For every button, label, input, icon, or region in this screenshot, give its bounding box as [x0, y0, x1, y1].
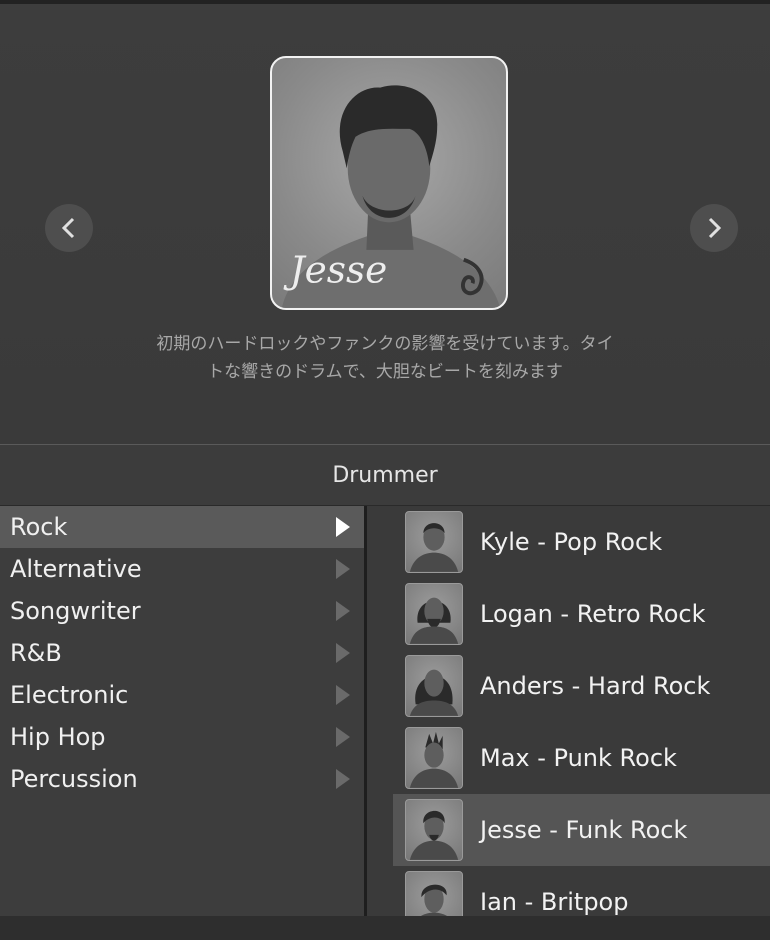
drummer-avatar: [405, 655, 463, 717]
drummer-avatar: [405, 511, 463, 573]
chevron-right-icon: [708, 217, 722, 239]
drummer-signature: Jesse: [283, 247, 388, 291]
drummer-avatar: [405, 871, 463, 916]
drummer-avatar: [405, 799, 463, 861]
drummer-item-max[interactable]: Max - Punk Rock: [367, 722, 770, 794]
triangle-right-icon: [336, 559, 350, 579]
triangle-right-icon: [336, 727, 350, 747]
triangle-right-icon: [336, 601, 350, 621]
drummer-item-anders[interactable]: Anders - Hard Rock: [367, 650, 770, 722]
drummer-name: Jesse - Funk Rock: [480, 816, 688, 844]
drummer-item-logan[interactable]: Logan - Retro Rock: [367, 578, 770, 650]
drummer-item-jesse[interactable]: Jesse - Funk Rock: [393, 794, 770, 866]
drummer-hero: Jesse 初期のハードロックやファンクの影響を受けています。タイ トな響きのド…: [0, 0, 770, 444]
genre-label: Percussion: [10, 765, 138, 793]
drummer-name: Max - Punk Rock: [480, 744, 677, 772]
drummer-list: Kyle - Pop Rock Logan - Retro Rock Ander…: [367, 506, 770, 916]
drummer-item-kyle[interactable]: Kyle - Pop Rock: [367, 506, 770, 578]
genre-item-percussion[interactable]: Percussion: [0, 758, 364, 800]
genre-label: Songwriter: [10, 597, 141, 625]
genre-label: Electronic: [10, 681, 129, 709]
genre-item-alternative[interactable]: Alternative: [0, 548, 364, 590]
drummer-name: Anders - Hard Rock: [480, 672, 711, 700]
genre-item-hip-hop[interactable]: Hip Hop: [0, 716, 364, 758]
genre-item-songwriter[interactable]: Songwriter: [0, 590, 364, 632]
description-line-2: トな響きのドラムで、大胆なビートを刻みます: [207, 362, 563, 382]
triangle-right-icon: [336, 643, 350, 663]
triangle-right-icon: [336, 517, 350, 537]
genre-item-electronic[interactable]: Electronic: [0, 674, 364, 716]
drummer-description: 初期のハードロックやファンクの影響を受けています。タイ トな響きのドラムで、大胆…: [90, 330, 680, 386]
genre-item-rock[interactable]: Rock: [0, 506, 364, 548]
drummer-avatar: [405, 583, 463, 645]
panel-title: Drummer: [0, 444, 770, 506]
genre-label: R&B: [10, 639, 62, 667]
drummer-portrait: Jesse: [270, 56, 508, 310]
genre-item-rnb[interactable]: R&B: [0, 632, 364, 674]
drummer-name: Ian - Britpop: [480, 888, 629, 916]
previous-drummer-button[interactable]: [45, 204, 93, 252]
chevron-left-icon: [61, 217, 75, 239]
triangle-right-icon: [336, 685, 350, 705]
genre-label: Rock: [10, 513, 68, 541]
drummer-item-ian[interactable]: Ian - Britpop: [367, 866, 770, 916]
drummer-name: Kyle - Pop Rock: [480, 528, 663, 556]
next-drummer-button[interactable]: [690, 204, 738, 252]
drummer-name: Logan - Retro Rock: [480, 600, 706, 628]
genre-label: Hip Hop: [10, 723, 106, 751]
bottom-bar: [0, 916, 770, 940]
genre-list: Rock Alternative Songwriter R&B Electron…: [0, 506, 364, 916]
genre-label: Alternative: [10, 555, 142, 583]
triangle-right-icon: [336, 769, 350, 789]
drummer-avatar: [405, 727, 463, 789]
drummer-portrait-image: Jesse: [281, 85, 501, 308]
description-line-1: 初期のハードロックやファンクの影響を受けています。タイ: [156, 334, 614, 354]
